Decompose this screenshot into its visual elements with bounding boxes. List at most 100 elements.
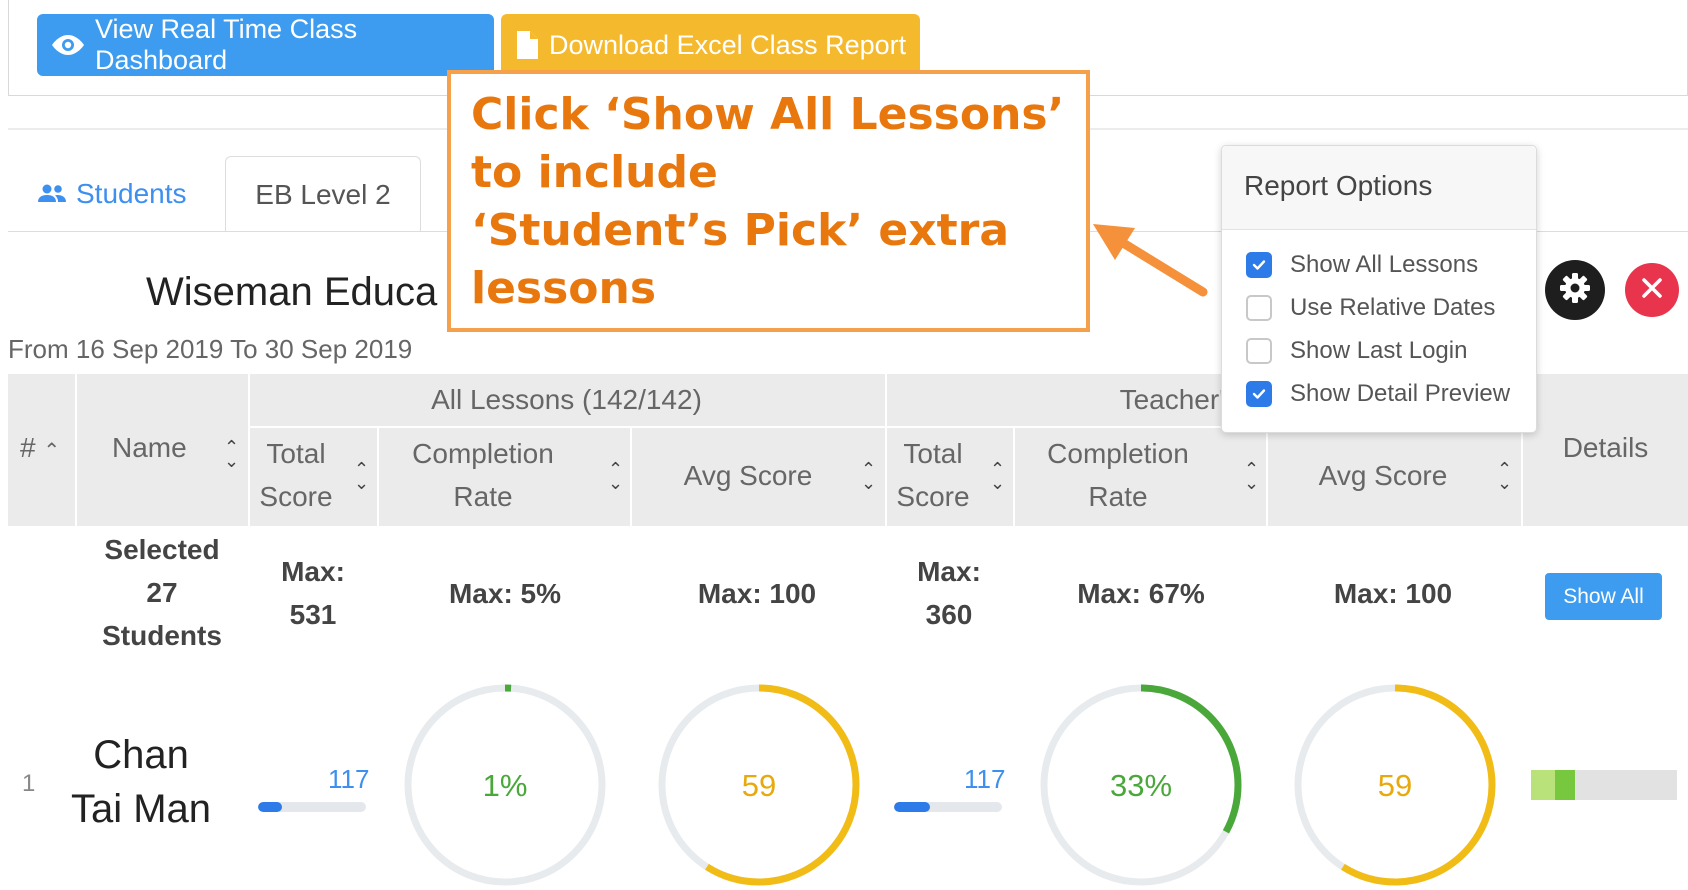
teacher-total-value: 117: [964, 764, 1006, 794]
teacher-avg-ring: 59: [1294, 684, 1496, 886]
option-label: Show Last Login: [1290, 337, 1468, 364]
column-header-details: Details: [1562, 432, 1649, 463]
column-header-completion-rate[interactable]: Completion Rate: [393, 432, 573, 518]
column-divider: [377, 426, 379, 526]
completion-label: Completion: [412, 438, 554, 469]
selected-students-summary: Selected 27 Students: [76, 528, 248, 657]
detail-preview-segment: [1531, 770, 1555, 800]
score-label: Score: [259, 481, 333, 512]
teacher-completion-label: 33%: [1110, 768, 1172, 803]
max-value: 360: [925, 599, 973, 630]
tab-students-label: Students: [76, 178, 187, 209]
column-header-name[interactable]: Name: [112, 426, 187, 469]
row-index: 1: [22, 770, 36, 797]
max-value: 531: [289, 599, 337, 630]
selected-label: Selected: [104, 534, 220, 565]
teacher-completion-max: Max: 67%: [1077, 578, 1205, 609]
completion-label: Completion: [1047, 438, 1189, 469]
users-icon: [38, 178, 66, 210]
teacher-avg-label: 59: [1378, 768, 1412, 803]
teacher-total-max: Max: 360: [886, 550, 1012, 636]
students-label: Students: [102, 620, 222, 651]
sort-icon[interactable]: ⌃ ⌄: [1244, 460, 1259, 492]
callout-arrow: [1093, 224, 1208, 297]
close-button[interactable]: [1625, 263, 1679, 317]
sort-icon[interactable]: ⌃ ⌄: [224, 438, 239, 470]
date-range: From 16 Sep 2019 To 30 Sep 2019: [8, 334, 413, 364]
show-all-button[interactable]: Show All: [1545, 573, 1662, 620]
option-show-all-lessons[interactable]: Show All Lessons: [1246, 251, 1478, 279]
column-name-label: Name: [112, 432, 187, 463]
all-total-max: Max: 531: [250, 550, 376, 636]
teacher-completion-ring: 33%: [1040, 684, 1242, 886]
checkbox[interactable]: [1246, 295, 1272, 321]
column-divider: [75, 374, 77, 526]
close-icon: [1640, 276, 1664, 305]
all-avg-max: Max: 100: [697, 578, 817, 609]
sort-icon[interactable]: ⌃ ⌄: [1497, 460, 1512, 492]
student-first-line: Chan: [93, 733, 189, 777]
teacher-total-bar: [894, 802, 1002, 812]
score-label: Score: [896, 481, 970, 512]
selected-count: 27: [146, 577, 178, 608]
all-completion-label: 1%: [483, 768, 528, 803]
teacher-avg-max: Max: 100: [1333, 578, 1453, 609]
total-label: Total: [903, 438, 963, 469]
detail-preview-segment: [1555, 770, 1575, 800]
view-dashboard-button[interactable]: View Real Time Class Dashboard: [37, 14, 494, 76]
sort-icon[interactable]: ⌃ ⌄: [354, 460, 369, 492]
student-name[interactable]: Chan Tai Man: [66, 728, 216, 836]
group-all-lessons: All Lessons (142/142): [431, 384, 702, 415]
option-label: Use Relative Dates: [1290, 294, 1496, 321]
checkbox-checked[interactable]: [1246, 252, 1272, 278]
all-total-bar: [258, 802, 366, 812]
group-teachers-pick: Teacher's P: [1119, 384, 1265, 415]
column-header-teacher-total-score[interactable]: Total Score: [893, 432, 973, 518]
column-divider: [630, 426, 632, 526]
tab-class-label: EB Level 2: [255, 178, 391, 210]
all-completion-ring: 1%: [404, 684, 606, 886]
sort-icon[interactable]: ⌃ ⌄: [861, 460, 876, 492]
option-label: Show Detail Preview: [1290, 380, 1511, 407]
eye-icon: [51, 33, 85, 57]
sort-up-icon: ⌃: [43, 440, 61, 462]
option-show-last-login[interactable]: Show Last Login: [1246, 337, 1467, 365]
all-completion-max: Max: 5%: [448, 578, 562, 609]
view-dashboard-label: View Real Time Class Dashboard: [95, 14, 358, 75]
student-second-line: Tai Man: [70, 787, 212, 831]
file-icon: [515, 30, 539, 60]
report-options-popover: Report Options Show All Lessons Use Rela…: [1221, 145, 1537, 433]
instruction-callout: Click ‘Show All Lessons’ to include ‘Stu…: [447, 70, 1090, 332]
tab-class[interactable]: EB Level 2: [225, 156, 421, 232]
column-header-total-score[interactable]: Total Score: [256, 432, 336, 518]
checkbox[interactable]: [1246, 338, 1272, 364]
download-excel-label: Download Excel Class Report: [549, 29, 907, 60]
rate-label: Rate: [453, 481, 513, 512]
option-use-relative-dates[interactable]: Use Relative Dates: [1246, 294, 1495, 322]
report-options-title: Report Options: [1222, 146, 1536, 230]
download-excel-button[interactable]: Download Excel Class Report: [501, 14, 920, 76]
column-header-num[interactable]: # ⌃: [20, 426, 60, 473]
column-header-avg-score[interactable]: Avg Score: [648, 454, 848, 497]
option-label: Show All Lessons: [1290, 251, 1479, 278]
column-divider: [1013, 426, 1015, 526]
gear-icon: [1559, 272, 1591, 309]
tab-students[interactable]: Students: [38, 178, 187, 210]
all-avg-ring: 59: [658, 684, 860, 886]
column-header-teacher-completion-rate[interactable]: Completion Rate: [1028, 432, 1208, 518]
all-avg-label: 59: [742, 768, 776, 803]
sort-icon[interactable]: ⌃ ⌄: [608, 460, 623, 492]
column-num-label: #: [20, 432, 36, 463]
option-show-detail-preview[interactable]: Show Detail Preview: [1246, 380, 1510, 408]
callout-text: Click ‘Show All Lessons’ to include ‘Stu…: [471, 89, 1065, 314]
checkbox-checked[interactable]: [1246, 381, 1272, 407]
total-label: Total: [266, 438, 326, 469]
all-total-bar-fill: [258, 802, 282, 812]
all-total-value: 117: [328, 764, 370, 794]
column-header-teacher-avg-score[interactable]: Avg Score: [1283, 454, 1483, 497]
school-name: Wiseman Educa: [146, 270, 438, 314]
max-label: Max:: [917, 556, 981, 587]
settings-button[interactable]: [1545, 260, 1605, 320]
column-divider: [1266, 426, 1268, 526]
sort-icon[interactable]: ⌃ ⌄: [990, 460, 1005, 492]
